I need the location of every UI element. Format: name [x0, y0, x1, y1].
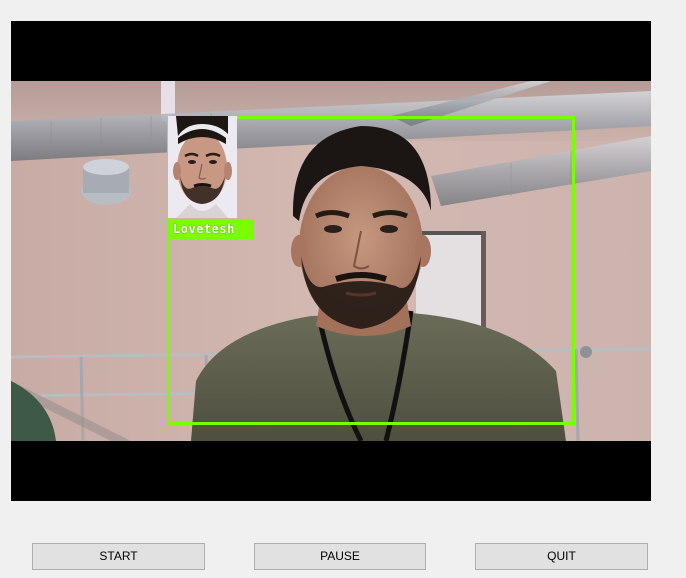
- pause-button[interactable]: PAUSE: [254, 543, 426, 570]
- recognized-name-label: Lovetesh: [168, 219, 254, 239]
- start-button[interactable]: START: [32, 543, 205, 570]
- app-window: Lovetesh START PAUSE QUIT: [0, 0, 686, 578]
- matched-face-thumbnail: [168, 116, 237, 218]
- video-feed-panel: Lovetesh: [11, 21, 651, 501]
- quit-button[interactable]: QUIT: [475, 543, 648, 570]
